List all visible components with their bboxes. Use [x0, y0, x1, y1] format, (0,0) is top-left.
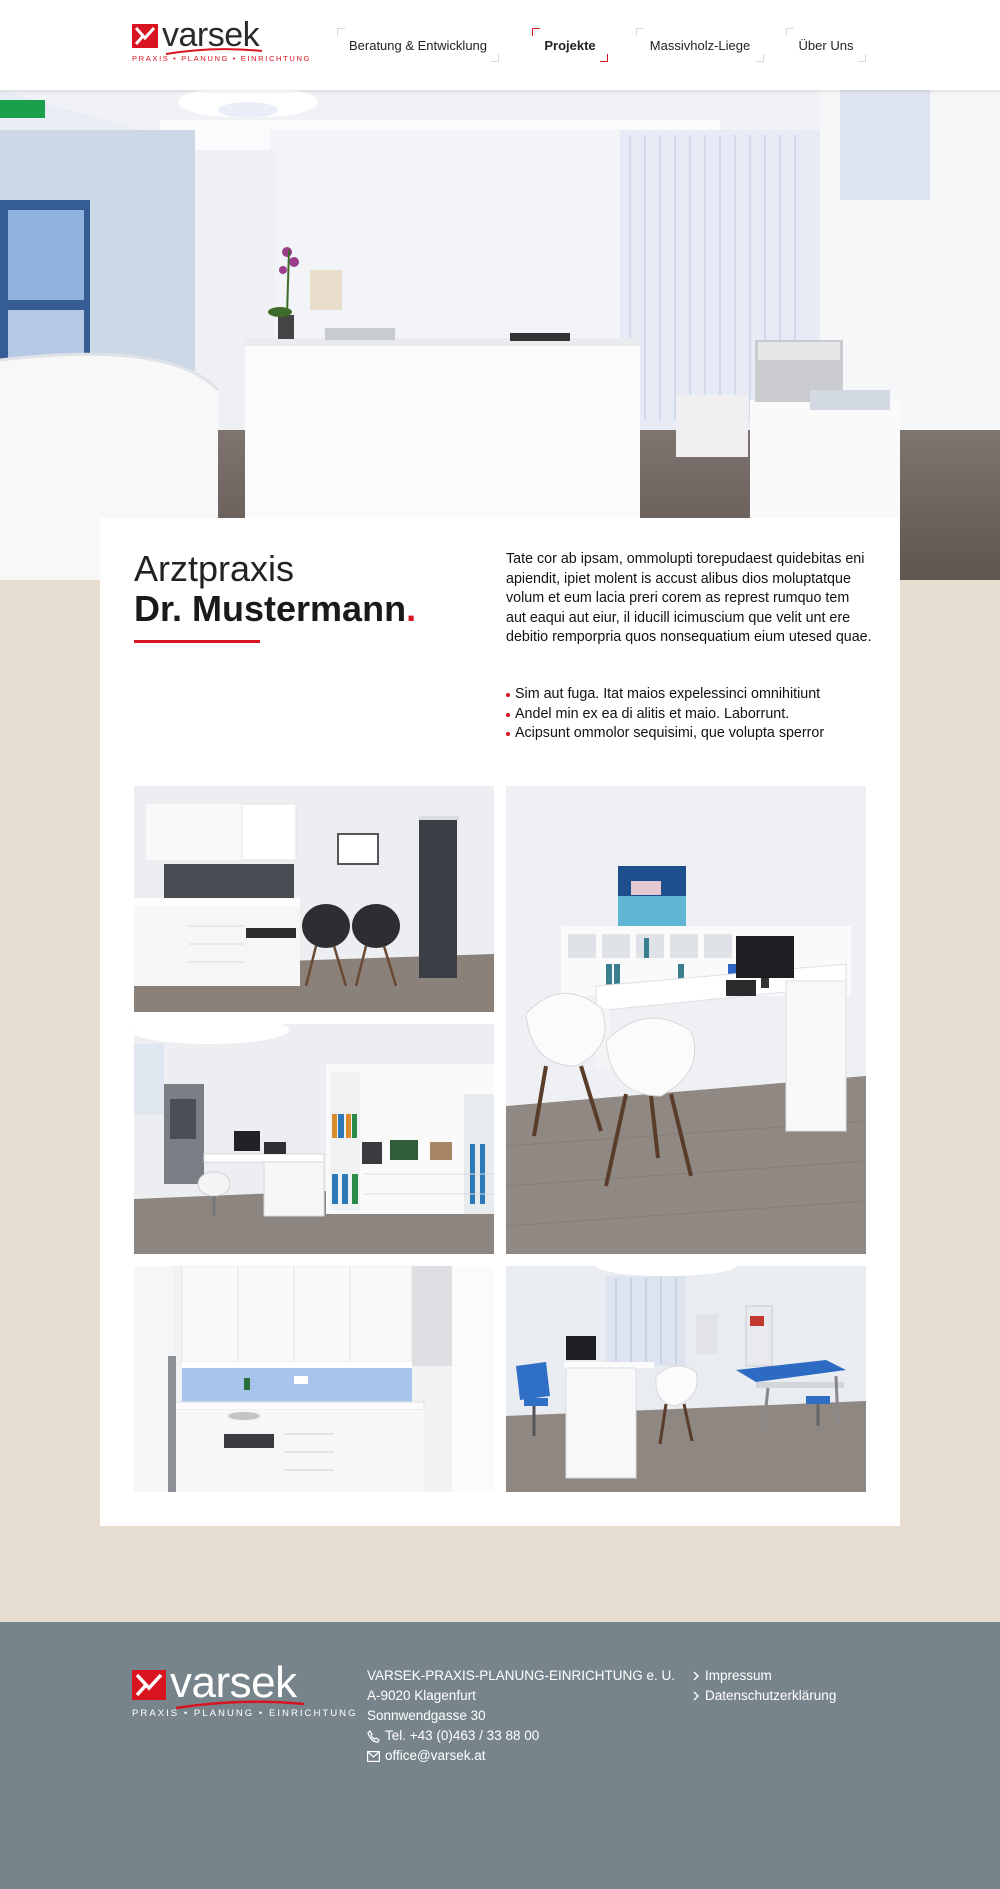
list-item: Andel min ex ea di alitis et maio. Labor… [506, 705, 886, 725]
project-title-light: Arztpraxis [134, 548, 295, 589]
project-card: Arztpraxis Dr. Mustermann. Tate cor ab i… [100, 518, 900, 1526]
list-item: Sim aut fuga. Itat maios expelessinci om… [506, 685, 886, 705]
phone-link[interactable]: Tel. +43 (0)463 / 33 88 00 [367, 1726, 675, 1746]
project-title-bold: Dr. Mustermann. [134, 588, 416, 630]
phone-number: Tel. +43 (0)463 / 33 88 00 [385, 1728, 540, 1743]
mail-icon [367, 1750, 380, 1762]
logo-mark-icon [132, 1670, 166, 1700]
phone-icon [367, 1729, 380, 1743]
impressum-link[interactable]: Impressum [693, 1666, 836, 1686]
nav-item-label: Massivholz-Liege [649, 37, 751, 53]
gallery-photo-exam-room[interactable] [134, 1024, 494, 1254]
company-name: VARSEK-PRAXIS-PLANUNG-EINRICHTUNG e. U. [367, 1668, 676, 1683]
site-footer: varsek PRAXIS • PLANUNG • EINRICHTUNG VA… [0, 1622, 1000, 1889]
brand-logo[interactable]: varsek PRAXIS • PLANUNG • EINRICHTUNG [132, 16, 309, 68]
project-intro-text: Tate cor ab ipsam, ommolupti torepudaest… [506, 551, 872, 645]
email-address: office@varsek.at [385, 1748, 486, 1763]
logo-mark-icon [132, 24, 158, 48]
nav-item-beratung[interactable]: Beratung & Entwicklung [337, 28, 499, 62]
gallery-photo-consultation-desk[interactable] [506, 786, 866, 1254]
footer-brand-logo[interactable]: varsek PRAXIS • PLANUNG • EINRICHTUNG [132, 1658, 356, 1724]
project-bullet-list: Sim aut fuga. Itat maios expelessinci om… [506, 685, 886, 744]
nav-item-massivholz-liege[interactable]: Massivholz-Liege [636, 28, 764, 62]
brand-tagline: PRAXIS • PLANUNG • EINRICHTUNG [132, 1708, 358, 1719]
title-accent-dot: . [406, 588, 417, 629]
address-street: Sonnwendgasse 30 [367, 1708, 486, 1723]
nav-item-projekte[interactable]: Projekte [532, 28, 608, 62]
footer-legal-links: Impressum Datenschutzerklärung [693, 1666, 836, 1706]
privacy-link[interactable]: Datenschutzerklärung [693, 1686, 836, 1706]
address-city: A-9020 Klagenfurt [367, 1688, 476, 1703]
chevron-right-icon [693, 1671, 699, 1681]
nav-item-ueber-uns[interactable]: Über Uns [786, 28, 866, 62]
project-title-bold-text: Dr. Mustermann [134, 588, 407, 629]
email-link[interactable]: office@varsek.at [367, 1746, 675, 1766]
hero-image [0, 90, 1000, 580]
title-underline [134, 640, 260, 643]
nav-item-label: Über Uns [798, 37, 854, 53]
gallery-photo-waiting-area[interactable] [134, 786, 494, 1012]
nav-item-label: Projekte [544, 37, 596, 53]
gallery-photo-treatment-room[interactable] [506, 1266, 866, 1492]
chevron-right-icon [693, 1691, 699, 1701]
impressum-link-label: Impressum [705, 1668, 772, 1683]
nav-item-label: Beratung & Entwicklung [348, 37, 488, 53]
privacy-link-label: Datenschutzerklärung [705, 1688, 837, 1703]
list-item: Acipsunt ommolor sequisimi, que volupta … [506, 724, 886, 744]
gallery-photo-kitchenette[interactable] [134, 1266, 494, 1492]
site-header: varsek PRAXIS • PLANUNG • EINRICHTUNG Be… [0, 0, 1000, 90]
brand-tagline: PRAXIS • PLANUNG • EINRICHTUNG [132, 54, 312, 63]
footer-address: VARSEK-PRAXIS-PLANUNG-EINRICHTUNG e. U. … [367, 1666, 675, 1766]
